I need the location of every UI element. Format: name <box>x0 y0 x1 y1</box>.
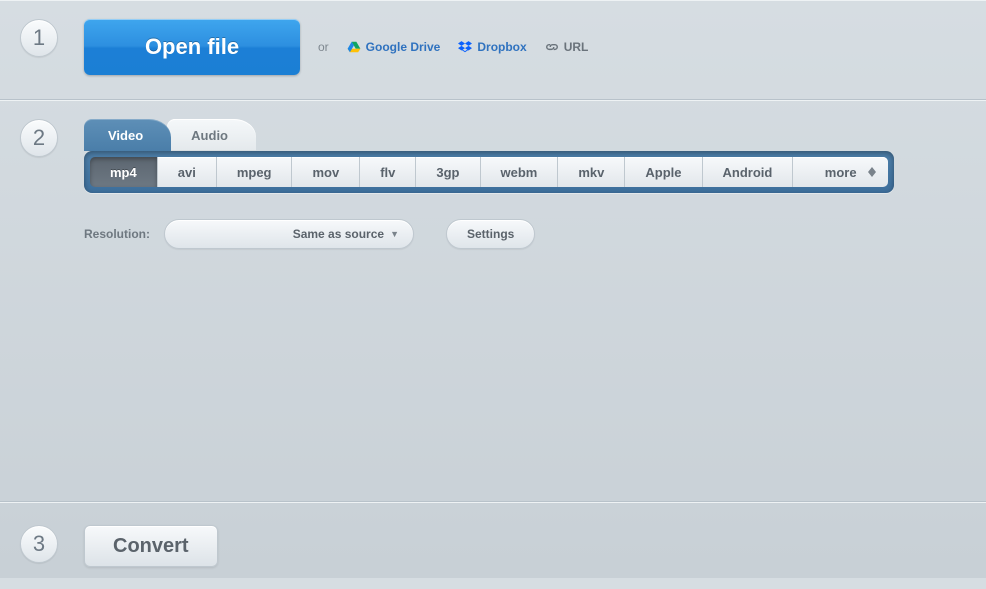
step-3-section: 3 Convert <box>0 502 986 589</box>
or-text: or <box>318 40 329 54</box>
dropbox-label: Dropbox <box>477 40 526 54</box>
url-label: URL <box>564 40 589 54</box>
media-type-tabs: Video Audio <box>84 119 966 151</box>
format-mp4[interactable]: mp4 <box>90 157 158 187</box>
step-badge-2: 2 <box>20 119 58 157</box>
link-icon <box>545 40 559 54</box>
tab-audio[interactable]: Audio <box>167 119 256 151</box>
format-more-label: more <box>825 165 857 180</box>
dropbox-link[interactable]: Dropbox <box>458 40 526 54</box>
format-avi[interactable]: avi <box>158 157 217 187</box>
format-bar: mp4 avi mpeg mov flv 3gp webm mkv Apple … <box>84 151 894 193</box>
format-mkv[interactable]: mkv <box>558 157 625 187</box>
google-drive-link[interactable]: Google Drive <box>347 40 441 54</box>
format-3gp[interactable]: 3gp <box>416 157 480 187</box>
format-android[interactable]: Android <box>703 157 794 187</box>
resolution-label: Resolution: <box>84 227 150 241</box>
google-drive-icon <box>347 40 361 54</box>
url-link[interactable]: URL <box>545 40 589 54</box>
step-badge-3: 3 <box>20 525 58 563</box>
step1-content: Open file or Google Drive Dropbox URL <box>84 19 588 75</box>
tab-video[interactable]: Video <box>84 119 171 151</box>
options-row: Resolution: Same as source ▼ Settings <box>84 219 966 249</box>
step2-content: Video Audio mp4 avi mpeg mov flv 3gp web… <box>84 119 966 249</box>
format-webm[interactable]: webm <box>481 157 559 187</box>
resolution-value: Same as source <box>293 227 384 241</box>
step-badge-1: 1 <box>20 19 58 57</box>
step-2-section: 2 Video Audio mp4 avi mpeg mov flv 3gp w… <box>0 100 986 502</box>
format-mpeg[interactable]: mpeg <box>217 157 293 187</box>
format-more[interactable]: more <box>793 157 888 187</box>
google-drive-label: Google Drive <box>366 40 441 54</box>
sort-icon <box>866 164 878 180</box>
format-mov[interactable]: mov <box>292 157 360 187</box>
format-flv[interactable]: flv <box>360 157 416 187</box>
format-apple[interactable]: Apple <box>625 157 702 187</box>
chevron-down-icon: ▼ <box>390 229 399 239</box>
resolution-select[interactable]: Same as source ▼ <box>164 219 414 249</box>
dropbox-icon <box>458 40 472 54</box>
step-1-section: 1 Open file or Google Drive Dropbox URL <box>0 0 986 100</box>
convert-button[interactable]: Convert <box>84 525 218 567</box>
open-file-button[interactable]: Open file <box>84 19 300 75</box>
settings-button[interactable]: Settings <box>446 219 535 249</box>
